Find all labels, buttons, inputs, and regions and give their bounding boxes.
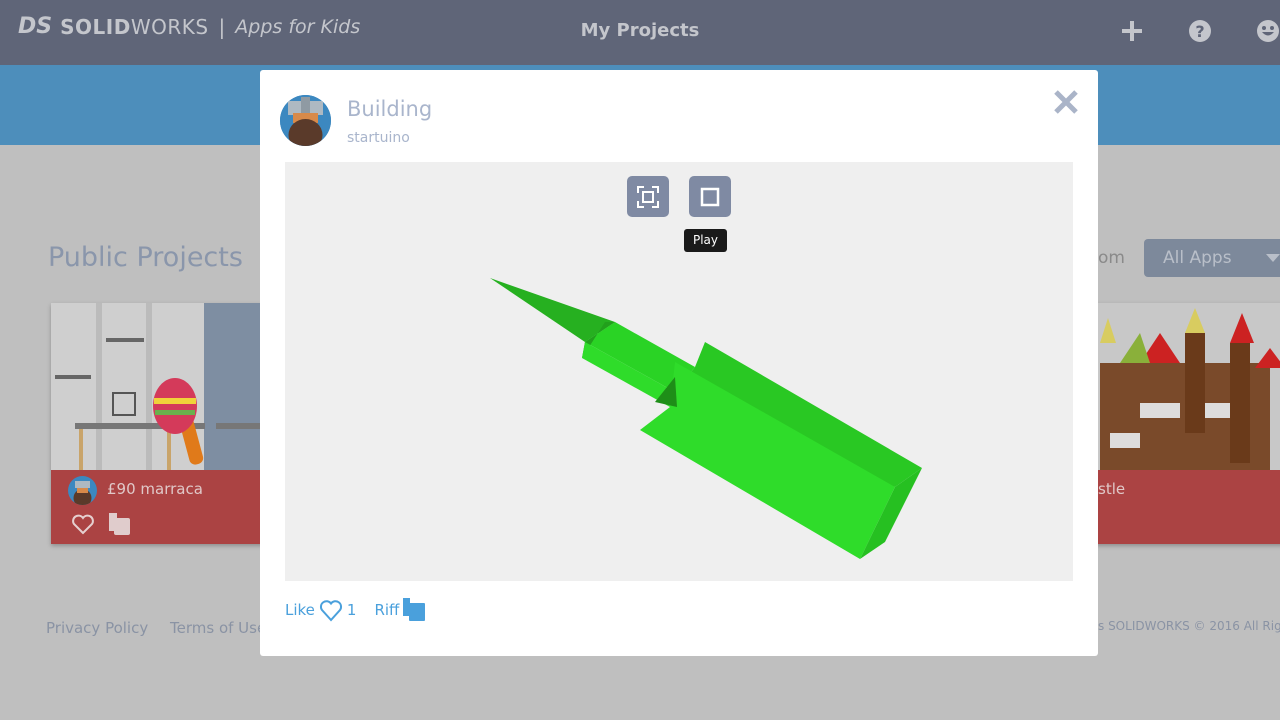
- dropdown-value: All Apps: [1163, 248, 1232, 268]
- project-thumbnail: [1090, 303, 1280, 470]
- copyright: s SOLIDWORKS © 2016 All Right: [1098, 619, 1280, 633]
- play-button[interactable]: [689, 176, 731, 217]
- card-footer: £90 marraca: [51, 470, 266, 544]
- project-modal: Building startuino Play Like 1 Riff: [260, 70, 1098, 656]
- project-card[interactable]: £90 marraca: [51, 303, 266, 544]
- section-title: Public Projects: [48, 242, 243, 273]
- riff-copy-icon[interactable]: [109, 513, 133, 537]
- card-title: £90 marraca: [107, 480, 203, 498]
- privacy-policy-link[interactable]: Privacy Policy: [46, 619, 148, 637]
- 3d-viewer[interactable]: Play: [285, 162, 1073, 581]
- heart-icon[interactable]: [319, 598, 343, 622]
- like-count: 1: [346, 601, 357, 619]
- card-title: stle: [1098, 480, 1126, 498]
- app-filter-dropdown[interactable]: All Apps: [1144, 239, 1280, 277]
- play-tooltip: Play: [684, 229, 727, 252]
- svg-text:?: ?: [1195, 22, 1204, 41]
- plus-icon[interactable]: [1119, 18, 1145, 44]
- modal-title: Building: [347, 97, 433, 121]
- 3d-model[interactable]: [285, 162, 1073, 581]
- like-button[interactable]: Like: [285, 601, 315, 619]
- project-card[interactable]: stle: [1090, 303, 1280, 544]
- fullscreen-icon: [637, 185, 659, 208]
- author-link[interactable]: startuino: [347, 130, 410, 146]
- chevron-down-icon: [1266, 254, 1280, 262]
- terms-of-use-link[interactable]: Terms of Use: [170, 619, 266, 637]
- avatar: [68, 476, 97, 505]
- help-icon[interactable]: ?: [1187, 18, 1213, 44]
- stop-square-icon: [700, 187, 720, 206]
- card-footer: stle: [1090, 470, 1280, 544]
- top-nav: DS SOLID WORKS | Apps for Kids My Project…: [0, 0, 1280, 65]
- modal-actions: Like 1 Riff: [285, 598, 427, 622]
- heart-icon[interactable]: [71, 513, 95, 535]
- sort-label: om: [1098, 248, 1125, 268]
- riff-button[interactable]: Riff: [374, 601, 399, 619]
- avatar: [280, 95, 331, 146]
- smiley-icon[interactable]: [1255, 18, 1280, 44]
- project-thumbnail: [51, 303, 266, 470]
- page-title[interactable]: My Projects: [0, 20, 1280, 41]
- close-icon[interactable]: [1052, 88, 1080, 116]
- fullscreen-button[interactable]: [627, 176, 669, 217]
- riff-copy-icon[interactable]: [403, 598, 427, 622]
